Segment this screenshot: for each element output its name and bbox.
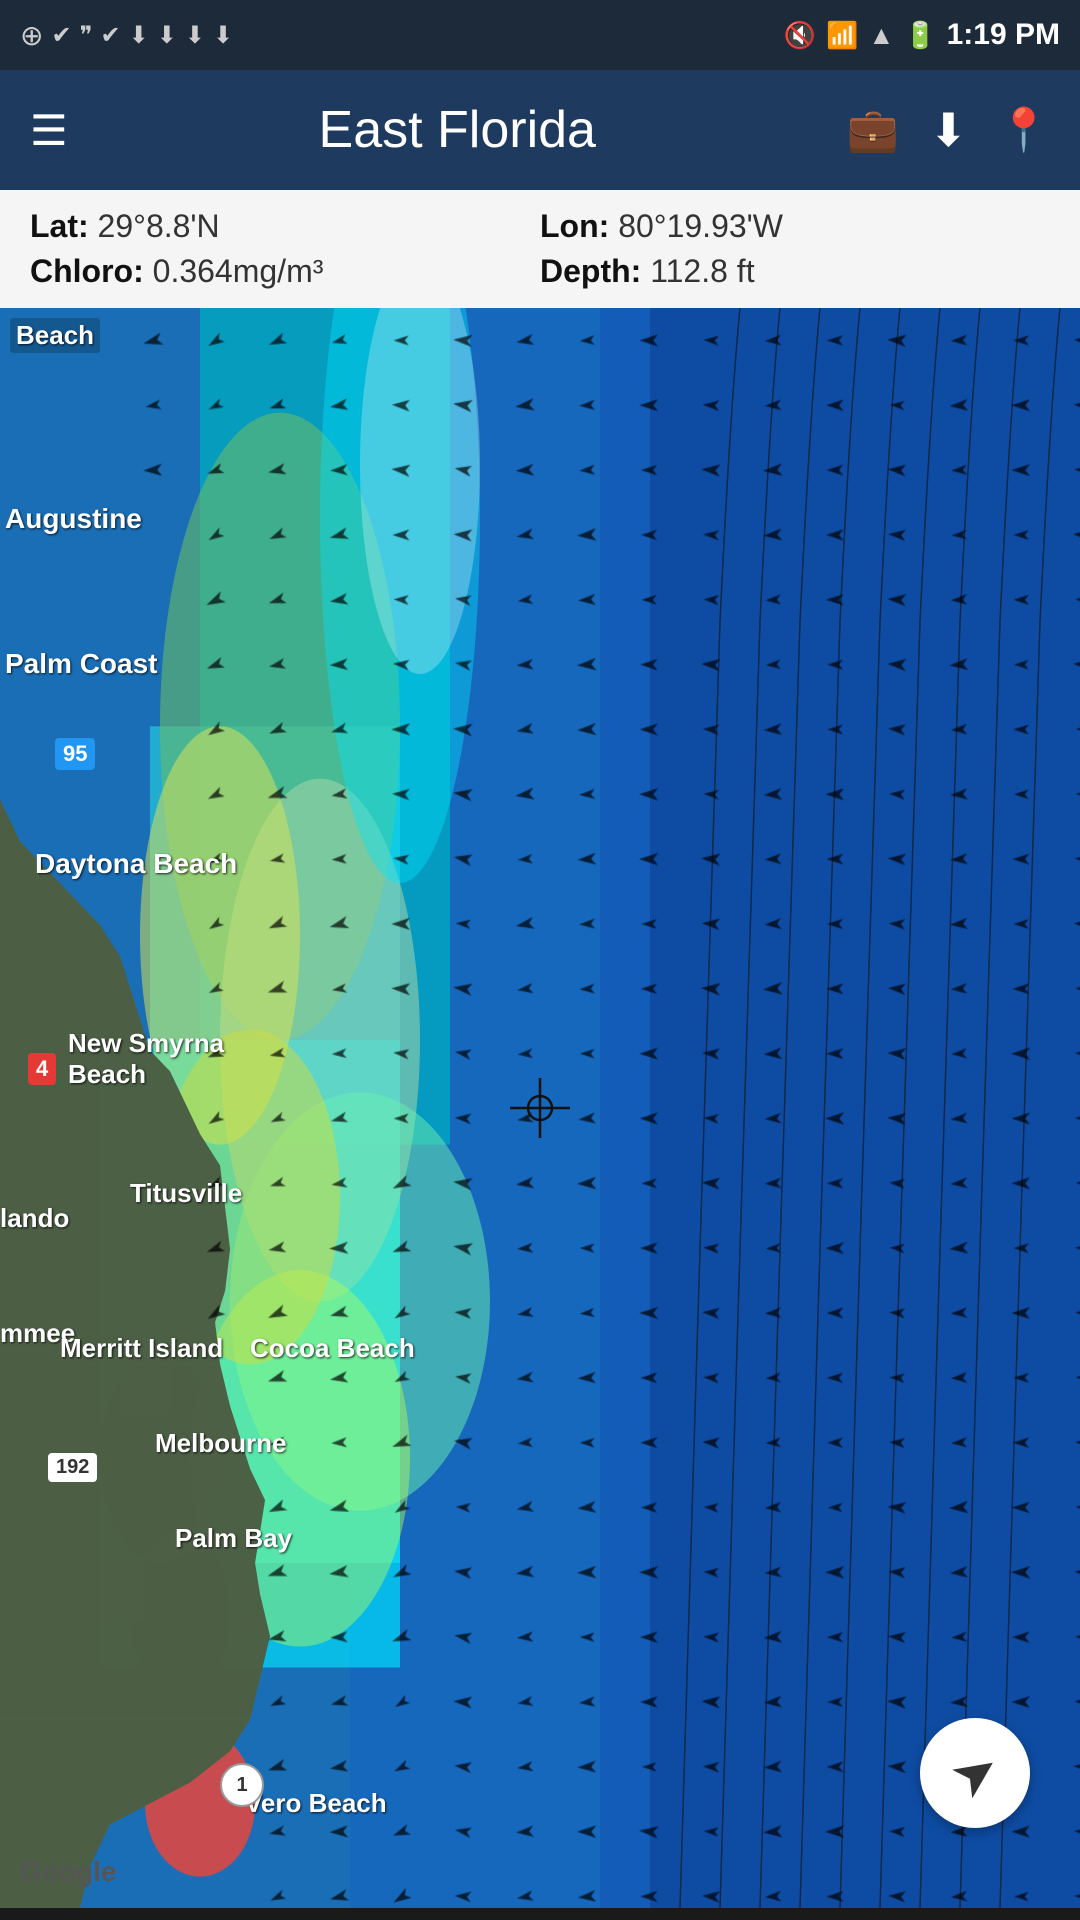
chloro-label: Chloro:	[30, 253, 144, 289]
lat-value: 29°8.8'N	[98, 208, 220, 244]
chloro-value: 0.364mg/m³	[153, 253, 324, 289]
lon-value: 80°19.93'W	[618, 208, 783, 244]
lon-info: Lon: 80°19.93'W	[540, 208, 1050, 245]
app-bar-actions: 💼 ⬇ 📍	[847, 103, 1050, 157]
add-icon: ⊕	[20, 19, 43, 52]
mute-icon: 🔇	[784, 20, 816, 51]
signal-icon: ▲	[869, 20, 895, 51]
status-icons-right: 🔇 📶 ▲ 🔋 1:19 PM	[784, 18, 1060, 52]
depth-value: 112.8 ft	[650, 253, 754, 289]
battery-icon: 🔋	[904, 20, 936, 51]
download4-icon: ⬇	[213, 21, 233, 50]
lat-info: Lat: 29°8.8'N	[30, 208, 540, 245]
map-svg	[0, 308, 1080, 1908]
download3-icon: ⬇	[185, 21, 205, 50]
download1-icon: ⬇	[129, 21, 149, 50]
quote-icon: ❞	[80, 21, 93, 50]
page-title: East Florida	[88, 100, 827, 160]
wifi-icon: 📶	[826, 20, 858, 51]
chloro-info: Chloro: 0.364mg/m³	[30, 253, 540, 290]
check2-icon: ✔	[101, 21, 121, 50]
info-bar: Lat: 29°8.8'N Lon: 80°19.93'W Chloro: 0.…	[0, 190, 1080, 308]
status-time: 1:19 PM	[947, 18, 1060, 52]
depth-label: Depth:	[540, 253, 641, 289]
download2-icon: ⬇	[157, 21, 177, 50]
check-circle-icon: ✔	[51, 21, 71, 50]
app-bar: ☰ East Florida 💼 ⬇ 📍	[0, 70, 1080, 190]
compass-button[interactable]: ➤	[920, 1718, 1030, 1828]
lat-label: Lat:	[30, 208, 89, 244]
lon-label: Lon:	[540, 208, 609, 244]
hamburger-menu-icon[interactable]: ☰	[30, 106, 68, 155]
status-bar: ⊕ ✔ ❞ ✔ ⬇ ⬇ ⬇ ⬇ 🔇 📶 ▲ 🔋 1:19 PM	[0, 0, 1080, 70]
download-icon[interactable]: ⬇	[929, 103, 968, 157]
map-container[interactable]: Beach Augustine Palm Coast Daytona Beach…	[0, 308, 1080, 1908]
location-pin-icon[interactable]: 📍	[998, 106, 1050, 155]
depth-info: Depth: 112.8 ft	[540, 253, 1050, 290]
status-icons-left: ⊕ ✔ ❞ ✔ ⬇ ⬇ ⬇ ⬇	[20, 19, 233, 52]
briefcase-icon[interactable]: 💼	[847, 106, 899, 155]
compass-arrow-icon: ➤	[938, 1734, 1012, 1813]
